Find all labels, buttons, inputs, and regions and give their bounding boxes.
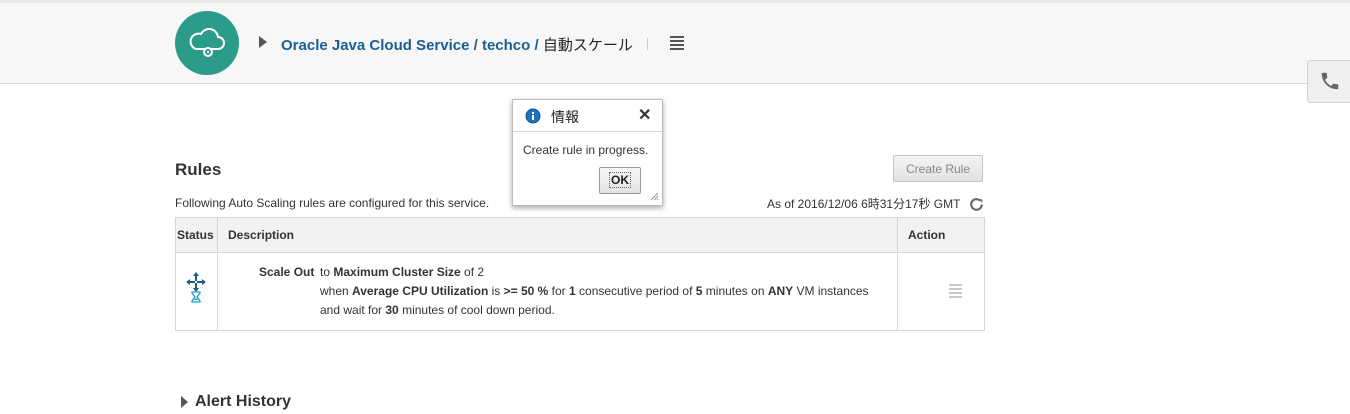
dialog-title: 情報: [551, 109, 579, 125]
rules-section-title: Rules: [175, 160, 222, 179]
expand-arrow-icon[interactable]: [181, 396, 188, 408]
info-dialog: 情報 ✕ Create rule in progress. OK: [512, 99, 663, 206]
last-updated-timestamp: As of 2016/12/06 6時31分17秒 GMT: [767, 197, 961, 211]
resize-grip-icon[interactable]: [649, 190, 659, 204]
breadcrumb-instance-link[interactable]: techco: [482, 37, 530, 54]
breadcrumb-service-link[interactable]: Oracle Java Cloud Service: [281, 37, 469, 54]
info-icon: [525, 108, 541, 127]
header-divider: [647, 38, 648, 50]
column-header-status: Status: [177, 228, 214, 242]
rule-type: Scale Out: [259, 265, 315, 279]
breadcrumb-expand-arrow-icon[interactable]: [259, 36, 267, 48]
table-header: Status Description Action: [176, 218, 984, 253]
column-divider: [897, 218, 898, 330]
breadcrumb-separator: /: [530, 37, 543, 54]
header-top-border: [0, 0, 1350, 3]
create-rule-button[interactable]: Create Rule: [893, 155, 983, 182]
breadcrumb: Oracle Java Cloud Service / techco / 自動ス…: [281, 34, 633, 55]
alert-history-title[interactable]: Alert History: [195, 393, 291, 411]
row-action-menu-icon[interactable]: [949, 284, 962, 298]
breadcrumb-current: 自動スケール: [542, 37, 633, 54]
rule-cooldown: and wait for 30 minutes of cool down per…: [320, 303, 555, 317]
column-header-action: Action: [908, 228, 946, 242]
hamburger-menu-icon[interactable]: [670, 36, 684, 51]
rules-description: Following Auto Scaling rules are configu…: [175, 196, 490, 210]
dialog-message: Create rule in progress.: [523, 143, 649, 157]
page-header: Oracle Java Cloud Service / techco / 自動ス…: [0, 0, 1350, 84]
scale-out-pending-icon: [185, 271, 207, 308]
close-icon[interactable]: ✕: [638, 105, 651, 125]
column-header-description: Description: [228, 228, 295, 242]
breadcrumb-separator: /: [469, 37, 482, 54]
rules-table: Status Description Action Scale Out to M…: [175, 217, 985, 331]
column-divider: [217, 218, 218, 330]
ok-button[interactable]: OK: [599, 167, 641, 194]
rule-target: to Maximum Cluster Size of 2: [320, 265, 485, 279]
cloud-gear-icon: [175, 11, 239, 75]
rule-condition: when Average CPU Utilization is >= 50 % …: [320, 284, 869, 298]
refresh-icon[interactable]: [968, 196, 985, 216]
dialog-header: 情報 ✕: [513, 100, 662, 132]
phone-icon[interactable]: [1307, 60, 1350, 103]
ok-button-label: OK: [609, 172, 631, 188]
